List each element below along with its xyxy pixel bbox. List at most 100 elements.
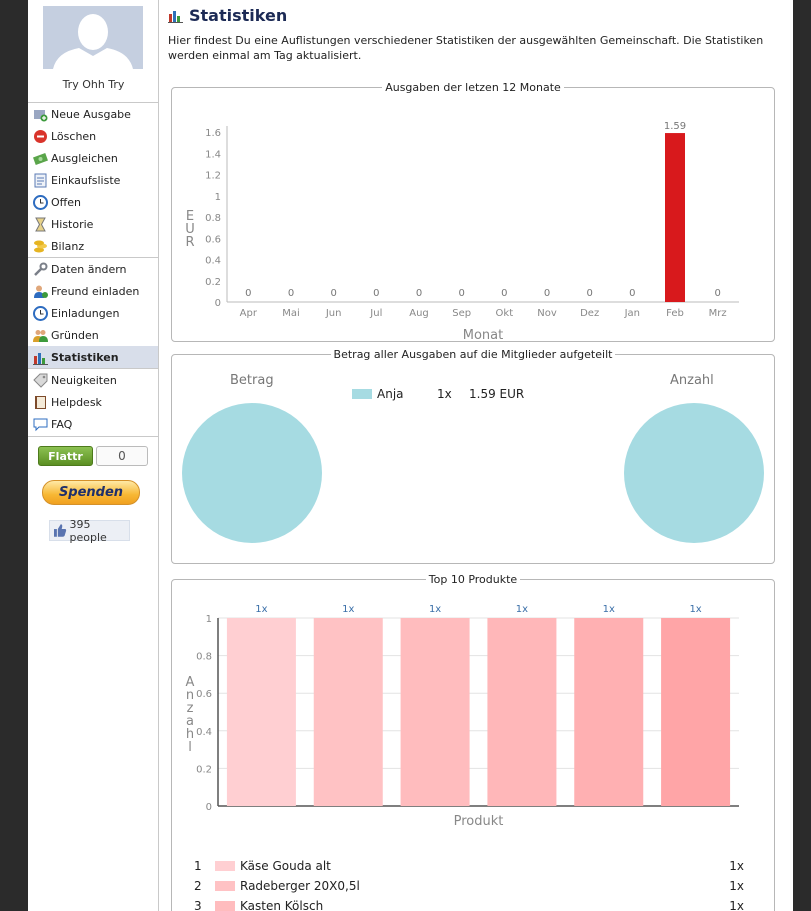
- sidebar-item-money[interactable]: Ausgleichen: [28, 147, 158, 169]
- facebook-like-box[interactable]: 395 people: [49, 518, 130, 544]
- sidebar-item-chart[interactable]: Statistiken: [28, 346, 158, 368]
- y-tick-label: 0.8: [196, 652, 212, 663]
- sidebar-item-group[interactable]: Gründen: [28, 324, 158, 346]
- product-rank: 1: [194, 859, 202, 873]
- page-title: Statistiken: [168, 6, 287, 25]
- sidebar-item-clock[interactable]: Einladungen: [28, 302, 158, 324]
- sidebar-item-notepad[interactable]: Einkaufsliste: [28, 169, 158, 191]
- page: Try Ohh Try Neue Ausgabe Löschen Ausgleich…: [28, 0, 793, 911]
- y-axis-label: EUR: [185, 209, 195, 250]
- y-tick-label: 1.6: [205, 128, 221, 139]
- avatar[interactable]: [43, 6, 143, 69]
- sidebar-item-tag[interactable]: Neuigkeiten: [28, 369, 158, 391]
- product-bar: [487, 618, 557, 806]
- legend-swatch: [352, 389, 372, 399]
- product-name: Kasten Kölsch: [240, 899, 324, 911]
- sidebar-item-label: Offen: [51, 195, 81, 209]
- pie-slice-count: [624, 403, 764, 543]
- sidebar-item-invite-friend[interactable]: Freund einladen: [28, 280, 158, 302]
- x-tick-label: Dez: [580, 308, 599, 319]
- sidebar-item-label: Freund einladen: [51, 284, 140, 298]
- sidebar-item-delete[interactable]: Löschen: [28, 125, 158, 147]
- sidebar-item-label: Statistiken: [51, 350, 119, 364]
- x-tick-label: Nov: [537, 308, 557, 319]
- data-label: 1x: [255, 604, 267, 615]
- money-icon: [33, 152, 48, 165]
- data-label: 0: [586, 288, 592, 299]
- sidebar: Try Ohh Try Neue Ausgabe Löschen Ausgleich…: [28, 0, 159, 911]
- data-label: 0: [501, 288, 507, 299]
- y-tick-label: 0.6: [196, 689, 212, 700]
- product-rank: 2: [194, 879, 202, 893]
- product-rank: 3: [194, 899, 202, 911]
- flattr-button[interactable]: Flattr: [38, 446, 93, 466]
- monthly-expenses-chart: 0 0.2 0.4 0.6 0.8 1 1.2 1.4 1.6 0 Apr 0 Mai 0 Jun 0 Jul 0…: [185, 121, 739, 343]
- data-label: 0: [714, 288, 720, 299]
- sidebar-item-label: Einkaufsliste: [51, 173, 121, 187]
- sidebar-item-label: FAQ: [51, 417, 73, 431]
- data-label: 1x: [342, 604, 354, 615]
- profile-name[interactable]: Try Ohh Try: [28, 78, 159, 91]
- clock-icon: [33, 194, 48, 210]
- product-swatch: [215, 881, 235, 891]
- hourglass-icon: [35, 217, 46, 231]
- product-bar: [661, 618, 731, 806]
- y-tick-label: 0.4: [205, 256, 221, 267]
- data-label: 0: [416, 288, 422, 299]
- member-amount: 1.59 EUR: [469, 387, 525, 401]
- top-products-panel: Top 10 Produkte 0 0.2 0.4 0.6 0.8 1 1x 1x 1x 1x 1x…: [171, 573, 775, 911]
- notepad-icon: [34, 173, 47, 187]
- x-tick-label: Mai: [282, 308, 300, 319]
- menu-group-info: Neuigkeiten Helpdesk FAQ: [28, 368, 158, 435]
- product-bar: [226, 618, 296, 806]
- sidebar-item-label: Gründen: [51, 328, 99, 342]
- clock-icon: [33, 305, 48, 321]
- member-legend-row: Anja 1x 1.59 EUR: [352, 387, 524, 401]
- data-label: 0: [330, 288, 336, 299]
- sidebar-item-label: Historie: [51, 217, 94, 231]
- bar-Feb: [665, 133, 685, 302]
- product-bar: [313, 618, 383, 806]
- member-count: 1x: [437, 387, 452, 401]
- data-label: 0: [245, 288, 251, 299]
- product-row: 1 Käse Gouda alt 1x: [194, 856, 744, 876]
- y-tick-label: 1.4: [205, 149, 221, 160]
- sidebar-item-book[interactable]: Helpdesk: [28, 391, 158, 413]
- group-icon: [33, 329, 48, 342]
- x-axis-label: Produkt: [454, 814, 504, 829]
- sidebar-item-add-expense[interactable]: Neue Ausgabe: [28, 103, 158, 125]
- data-label: 0: [373, 288, 379, 299]
- y-tick-label: 0.2: [205, 277, 221, 288]
- coins-icon: [34, 240, 47, 252]
- sidebar-item-wrench[interactable]: Daten ändern: [28, 258, 158, 280]
- y-tick-label: 1.2: [205, 171, 221, 182]
- sidebar-item-hourglass[interactable]: Historie: [28, 213, 158, 235]
- chart-icon: [33, 352, 48, 365]
- tag-icon: [33, 373, 48, 388]
- x-tick-label: Aug: [409, 308, 429, 319]
- product-row: 2 Radeberger 20X0,5l 1x: [194, 876, 744, 896]
- x-tick-label: Okt: [496, 308, 514, 319]
- speech-bubble-icon: [33, 418, 48, 431]
- sidebar-item-label: Helpdesk: [51, 395, 102, 409]
- sidebar-item-speech-bubble[interactable]: FAQ: [28, 413, 158, 435]
- delete-icon: [34, 129, 47, 143]
- y-tick-label: 0: [206, 802, 212, 813]
- product-count: 1x: [729, 859, 744, 873]
- member-name: Anja: [377, 387, 404, 401]
- x-tick-label: Jun: [325, 308, 342, 319]
- product-name: Käse Gouda alt: [240, 859, 331, 873]
- x-tick-label: Apr: [240, 308, 258, 319]
- data-label: 0: [629, 288, 635, 299]
- data-label: 0: [288, 288, 294, 299]
- sidebar-item-clock[interactable]: Offen: [28, 191, 158, 213]
- member-distribution-panel: Betrag aller Ausgaben auf die Mitglieder…: [171, 348, 775, 564]
- chart-icon: [168, 11, 183, 23]
- donate-button[interactable]: Spenden: [42, 480, 140, 505]
- product-bar: [400, 618, 470, 806]
- flattr-count: 0: [96, 446, 148, 466]
- sidebar-item-coins[interactable]: Bilanz: [28, 235, 158, 257]
- data-label: 0: [544, 288, 550, 299]
- data-label: 0: [458, 288, 464, 299]
- data-label: 1x: [516, 604, 528, 615]
